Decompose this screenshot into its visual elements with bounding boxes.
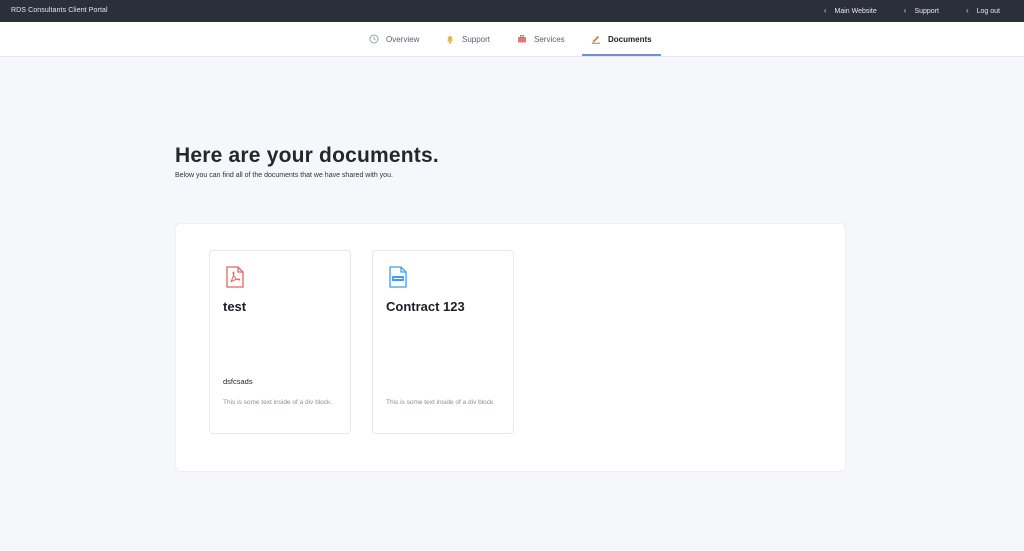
support-label: Support bbox=[914, 7, 939, 15]
tab-support[interactable]: Support bbox=[445, 22, 490, 56]
main-website-label: Main Website bbox=[834, 7, 877, 15]
pdf-file-icon bbox=[226, 266, 244, 288]
tab-services[interactable]: Services bbox=[517, 22, 565, 56]
chevron-left-icon: ‹ bbox=[823, 6, 827, 15]
chevron-left-icon: ‹ bbox=[903, 6, 907, 15]
top-links: ‹ Main Website ‹ Support ‹ Log out bbox=[797, 7, 1000, 15]
pen-icon bbox=[592, 35, 600, 44]
tab-documents-label: Documents bbox=[608, 34, 652, 44]
tab-overview[interactable]: Overview bbox=[369, 22, 419, 56]
tab-overview-label: Overview bbox=[386, 34, 420, 44]
tab-bar: Overview Support Services Documents bbox=[0, 22, 1024, 57]
main-website-link[interactable]: ‹ Main Website bbox=[824, 7, 877, 15]
logout-label: Log out bbox=[976, 7, 1000, 15]
page-title: Here are your documents. bbox=[175, 144, 439, 167]
top-bar: RDS Consultants Client Portal ‹ Main Web… bbox=[0, 0, 1024, 22]
document-title: Contract 123 bbox=[386, 299, 465, 314]
documents-panel: test dsfcsads This is some text inside o… bbox=[175, 223, 846, 472]
portal-brand: RDS Consultants Client Portal bbox=[11, 7, 108, 14]
tab-services-label: Services bbox=[534, 34, 565, 44]
document-title: test bbox=[223, 299, 247, 314]
logout-link[interactable]: ‹ Log out bbox=[966, 7, 1000, 15]
document-description: This is some text inside of a div block. bbox=[223, 399, 333, 406]
tab-documents[interactable]: Documents bbox=[582, 22, 661, 56]
support-link[interactable]: ‹ Support bbox=[904, 7, 939, 15]
bell-icon bbox=[447, 36, 453, 44]
page-subtitle: Below you can find all of the documents … bbox=[175, 172, 393, 179]
document-description: This is some text inside of a div block. bbox=[386, 399, 496, 406]
clock-icon bbox=[369, 34, 379, 44]
chevron-left-icon: ‹ bbox=[965, 6, 969, 15]
tab-support-label: Support bbox=[462, 34, 491, 44]
doc-file-icon bbox=[389, 266, 407, 288]
document-card[interactable]: Contract 123 This is some text inside of… bbox=[372, 250, 514, 434]
briefcase-icon bbox=[518, 35, 526, 43]
document-note: dsfcsads bbox=[223, 377, 253, 386]
document-card[interactable]: test dsfcsads This is some text inside o… bbox=[209, 250, 351, 434]
